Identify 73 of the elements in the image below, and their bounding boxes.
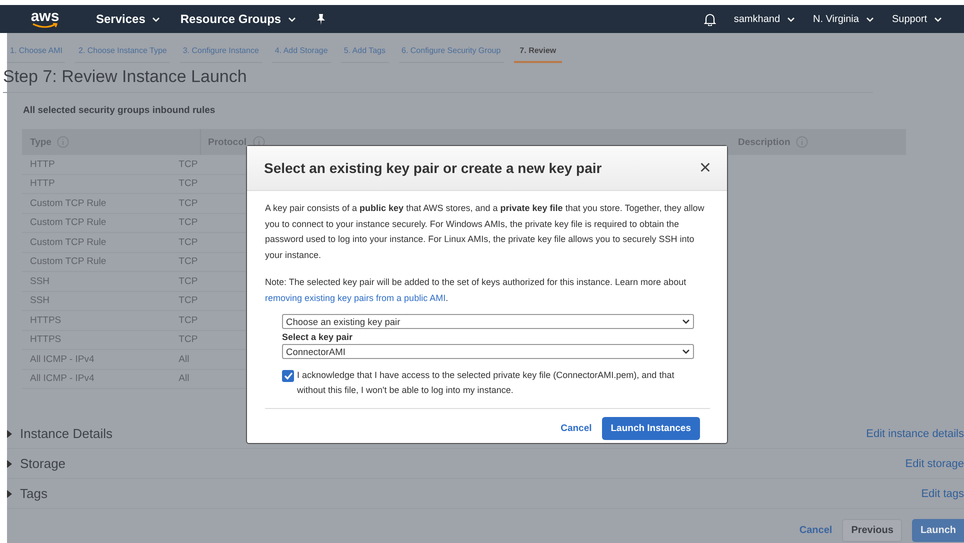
launch-instances-button[interactable]: Launch Instances <box>602 417 700 440</box>
table-cell-text: TCP <box>178 217 199 228</box>
expand-arrow-icon[interactable] <box>7 490 12 498</box>
pin-icon[interactable] <box>316 14 326 24</box>
nav-menu[interactable]: Services <box>96 12 160 26</box>
table-cell-text: Custom TCP Rule <box>29 236 108 248</box>
wizard-step-tab[interactable]: 1. Choose AMI <box>7 41 66 63</box>
key-pair-mode-select[interactable]: Choose an existing key pair <box>282 314 694 329</box>
section-title[interactable]: Tags <box>20 486 48 501</box>
bell-icon[interactable] <box>704 12 716 26</box>
edit-link[interactable]: Edit storage <box>905 458 964 470</box>
table-cell-text: TCP <box>178 256 199 268</box>
table-cell-text: All <box>178 373 190 384</box>
table-cell-text: HTTP <box>29 178 56 190</box>
table-cell-text: All ICMP - IPv4 <box>29 373 96 384</box>
section-title[interactable]: Instance Details <box>20 426 112 441</box>
wizard-step-tab[interactable]: 5. Add Tags <box>340 41 388 63</box>
table-cell-text: SSH <box>29 295 51 306</box>
caret-icon <box>682 349 690 354</box>
logo-text: aws <box>30 10 60 22</box>
table-cell-text: TCP <box>178 158 199 170</box>
wizard-step-tab[interactable]: 4. Add Storage <box>272 41 331 63</box>
table-cell-text: TCP <box>178 334 199 346</box>
key-pair-select[interactable]: ConnectorAMI <box>282 344 694 359</box>
previous-button[interactable]: Previous <box>842 519 902 542</box>
wizard-step-tab[interactable]: 6. Configure Security Group <box>398 41 504 63</box>
table-cell-text: All ICMP - IPv4 <box>29 354 96 365</box>
wizard-step-tab[interactable]: 3. Configure Instance <box>180 41 262 63</box>
caret-icon <box>682 319 690 324</box>
wizard-step-tab[interactable]: 7. Review <box>514 41 562 63</box>
note-paragraph: Note: The selected key pair will be added to the set of keys authorized for this instance. Learn more about removing existing key pairs from a public AMI. <box>265 276 688 305</box>
aws-logo[interactable]: aws <box>30 10 60 28</box>
table-cell-text: TCP <box>178 178 199 190</box>
cancel-link[interactable]: Cancel <box>799 525 832 536</box>
table-cell-text: Custom TCP Rule <box>29 198 108 209</box>
table-cell-text: TCP <box>178 295 199 306</box>
edit-link[interactable]: Edit instance details <box>866 428 964 440</box>
edit-link[interactable]: Edit tags <box>921 488 964 500</box>
table-cell-text: Custom TCP Rule <box>29 217 108 228</box>
field-label: Select a key pair <box>282 332 354 344</box>
caret-icon <box>288 16 296 22</box>
table-cell-text: TCP <box>178 236 199 248</box>
nav-menu[interactable]: Support <box>892 14 942 24</box>
nav-menu[interactable]: N. Virginia <box>813 14 874 24</box>
table-cell-text: TCP <box>178 276 199 287</box>
table-cell-text: HTTP <box>29 158 56 170</box>
table-cell-text: HTTPS <box>29 334 62 346</box>
intro-paragraph: A key pair consists of a public key that AWS stores, and a private key file that you store. Together, they allow you to connect to your instance securely. For Windows AMIs, the private key file is required to obtain the password used to log into your instance. For Linux AMIs, the private key file allows you to securely SSH into your instance. <box>265 202 706 262</box>
caret-icon <box>787 16 796 22</box>
cancel-link[interactable]: Cancel <box>560 423 592 434</box>
remove-key-pairs-link[interactable]: removing existing key pairs from a public AMI <box>265 292 446 302</box>
launch-button[interactable]: Launch <box>912 519 964 542</box>
table-cell-text: HTTPS <box>29 314 62 326</box>
caret-icon <box>934 16 942 22</box>
close-button[interactable]: × <box>699 158 711 178</box>
nav-menu[interactable]: Resource Groups <box>180 12 296 26</box>
smile-arrow-icon <box>32 22 58 28</box>
section-heading: All selected security groups inbound rules <box>23 105 216 116</box>
table-cell-text: TCP <box>178 314 199 326</box>
caret-icon <box>152 16 160 22</box>
table-cell-text: SSH <box>29 276 51 287</box>
acknowledge-checkbox[interactable] <box>282 370 294 382</box>
caret-icon <box>866 16 874 22</box>
dialog-title: Select an existing key pair or create a new key pair <box>264 160 602 176</box>
table-cell-text: All <box>178 354 190 365</box>
table-cell-text: TCP <box>178 198 199 209</box>
nav-menu[interactable]: samkhand <box>734 14 796 24</box>
section-title[interactable]: Storage <box>20 456 66 471</box>
wizard-step-tab[interactable]: 2. Choose Instance Type <box>75 41 170 63</box>
table-cell-text: Custom TCP Rule <box>29 256 108 268</box>
acknowledge-text: I acknowledge that I have access to the selected private key file (ConnectorAMI.pem), and that without this file, I won't be able to log into my instance. <box>297 369 676 397</box>
expand-arrow-icon[interactable] <box>7 430 12 438</box>
expand-arrow-icon[interactable] <box>7 460 12 468</box>
